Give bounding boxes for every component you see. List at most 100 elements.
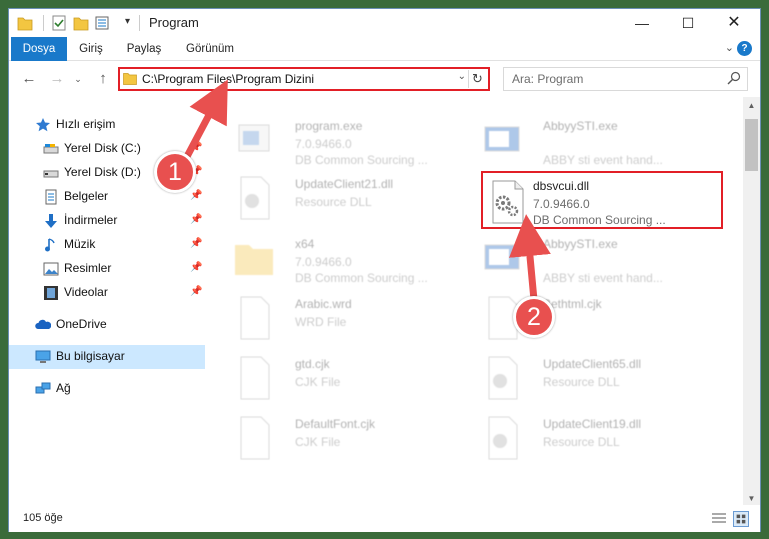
file-item[interactable]: gtd.cjk CJK File [219,349,457,407]
address-bar[interactable]: C:\Program Files\Program Dizini ⌄ ↻ [118,67,490,91]
tab-view[interactable]: Görünüm [175,37,245,61]
search-icon[interactable] [727,71,741,85]
tab-home[interactable]: Giriş [67,37,115,61]
file-icon [240,356,270,400]
folder-icon[interactable] [17,14,33,32]
sidebar-item-downloads[interactable]: İndirmeler 📌 [9,209,205,233]
status-bar: 105 öğe [9,505,760,532]
file-item[interactable]: UpdateClient65.dll Resource DLL [467,349,705,407]
file-item[interactable]: AbbyySTI.exe ABBY sti event hand... [467,229,705,287]
file-detail: WRD File [295,315,347,329]
exe-icon [484,126,520,152]
file-detail: Resource DLL [543,375,620,389]
file-item[interactable]: AbbyySTI.exe ABBY sti event hand... [467,111,705,169]
star-icon [36,118,50,132]
sidebar-item-label: Bu bilgisayar [56,349,125,363]
tab-share[interactable]: Paylaş [115,37,173,61]
explorer-window: ▾ Program — ☐ ✕ Dosya Giriş Paylaş Görün… [8,8,761,532]
sidebar-item-label: İndirmeler [64,213,118,227]
file-item[interactable]: UpdateClient19.dll Resource DLL [467,409,705,467]
address-dropdown-icon[interactable]: ⌄ [458,71,466,82]
file-name: AbbyySTI.exe [543,237,618,251]
sidebar-item-pictures[interactable]: Resimler 📌 [9,257,205,281]
scroll-up-icon[interactable]: ▲ [743,97,760,114]
file-detail: 7.0.9466.0 [295,255,352,269]
file-list: program.exe 7.0.9466.0 DB Common Sourcin… [207,97,742,501]
sidebar-item-label: Videolar [64,285,108,299]
sidebar-item-network[interactable]: Ağ [9,377,205,401]
sidebar-item-label: Müzik [64,237,96,251]
file-detail: 7.0.9466.0 [295,137,352,151]
file-name: UpdateClient19.dll [543,417,642,431]
computer-icon [35,350,51,363]
file-item[interactable]: DefaultFont.cjk CJK File [219,409,457,467]
file-item[interactable]: Bethtml.cjk [467,289,705,347]
pin-icon[interactable]: 📌 [190,142,202,153]
up-button[interactable]: ↑ [93,69,113,89]
pictures-icon [43,262,59,276]
pin-icon[interactable]: 📌 [190,286,202,297]
sidebar-item-label: Yerel Disk (C:) [64,141,141,155]
sidebar-item-label: Belgeler [64,189,109,203]
file-detail: CJK File [295,375,341,389]
file-detail: Resource DLL [543,435,620,449]
search-input[interactable]: Ara: Program [503,67,748,91]
details-view-icon[interactable] [711,512,727,526]
file-name: x64 [295,237,315,251]
sidebar-item-quick-access[interactable]: Hızlı erişim [9,113,205,137]
sidebar-item-onedrive[interactable]: OneDrive [9,313,205,337]
file-item[interactable]: x64 7.0.9466.0 DB Common Sourcing ... [219,229,457,287]
callout-badge-1: 1 [154,151,196,193]
title-bar: ▾ Program — ☐ ✕ [9,9,760,37]
cloud-icon [35,319,51,329]
search-placeholder: Ara: Program [512,72,584,86]
toolbar-separator [43,15,44,31]
file-name: gtd.cjk [295,357,330,371]
new-folder-icon[interactable] [73,14,89,32]
file-detail: CJK File [295,435,341,449]
sidebar-item-music[interactable]: Müzik 📌 [9,233,205,257]
properties-check-icon[interactable] [51,14,67,32]
ribbon-expand-icon[interactable]: ⌄ [725,41,734,54]
address-path[interactable]: C:\Program Files\Program Dizini [142,72,314,86]
pin-icon[interactable]: 📌 [190,190,202,201]
file-item-dbsvcui[interactable]: dbsvcui.dll 7.0.9466.0 DB Common Sourcin… [481,171,723,229]
forward-button[interactable]: → [47,69,67,89]
help-icon[interactable]: ? [737,41,752,56]
file-item[interactable]: program.exe 7.0.9466.0 DB Common Sourcin… [219,111,457,169]
file-item[interactable]: Arabic.wrd WRD File [219,289,457,347]
file-item[interactable]: UpdateClient21.dll Resource DLL [219,169,457,227]
sidebar-item-label: Hızlı erişim [56,117,116,131]
properties-icon[interactable] [95,14,121,32]
file-detail: DB Common Sourcing ... [533,213,666,227]
dll-icon [488,356,518,400]
quick-access-dropdown-icon[interactable]: ▾ [125,16,130,27]
back-button[interactable]: ← [19,69,39,89]
pin-icon[interactable]: 📌 [190,214,202,225]
window-title: Program [149,15,199,30]
vertical-scrollbar[interactable]: ▲ ▼ [743,97,760,507]
file-detail: ABBY sti event hand... [543,153,663,167]
folder-icon [235,245,273,275]
close-button[interactable]: ✕ [711,9,757,37]
sidebar-item-this-pc[interactable]: Bu bilgisayar [9,345,205,369]
ribbon-tabs: Dosya Giriş Paylaş Görünüm ⌄ ? [9,37,760,61]
file-icon [240,416,270,460]
sidebar-item-videos[interactable]: Videolar 📌 [9,281,205,305]
folder-icon [123,73,137,85]
file-detail: 7.0.9466.0 [533,197,590,211]
minimize-button[interactable]: — [619,9,665,37]
refresh-icon[interactable]: ↻ [468,70,486,88]
recent-locations-icon[interactable]: ⌄ [71,69,85,89]
dll-icon [492,180,524,224]
sidebar-item-label: OneDrive [56,317,107,331]
pin-icon[interactable]: 📌 [190,238,202,249]
maximize-button[interactable]: ☐ [665,9,711,37]
music-icon [45,238,55,252]
sidebar-item-label: Resimler [64,261,112,275]
scrollbar-thumb[interactable] [745,119,758,171]
tiles-view-icon[interactable] [733,511,749,527]
dll-icon [488,416,518,460]
pin-icon[interactable]: 📌 [190,262,202,273]
tab-file[interactable]: Dosya [11,37,67,61]
